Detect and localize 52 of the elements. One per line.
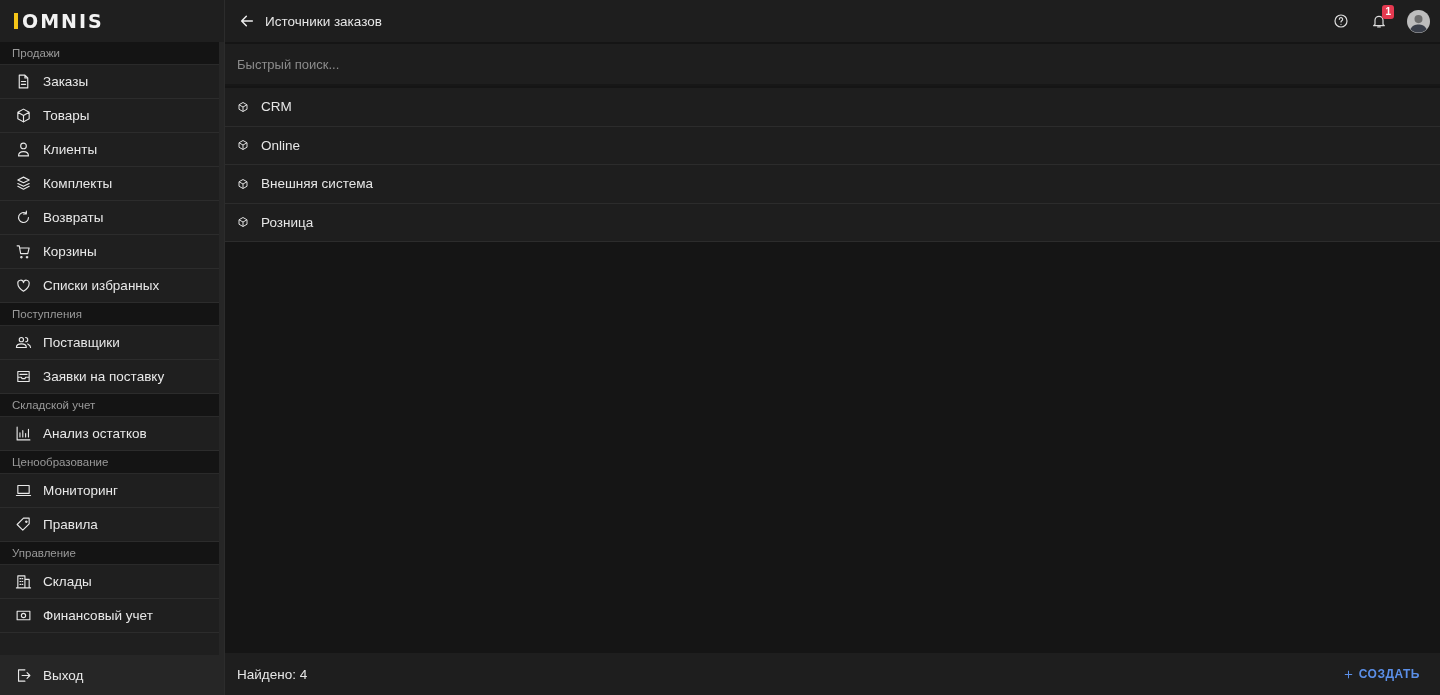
help-icon[interactable] <box>1333 13 1349 29</box>
plus-icon <box>1342 668 1354 680</box>
logo: OMNIS <box>14 13 104 29</box>
heart-icon <box>15 277 32 294</box>
refresh-icon <box>15 209 32 226</box>
list-item[interactable]: Розница <box>225 203 1440 242</box>
source-name: Online <box>261 137 301 153</box>
section-heading: Продажи <box>0 42 219 65</box>
tag-icon <box>15 516 32 533</box>
users-icon <box>15 334 32 351</box>
source-name: Внешняя система <box>261 176 373 192</box>
box-icon <box>237 139 249 152</box>
logout-item[interactable]: Выход <box>0 655 224 695</box>
cart-icon <box>15 243 32 260</box>
logout-icon <box>15 666 32 684</box>
user-icon <box>15 141 32 158</box>
box-icon <box>15 107 32 124</box>
sidebar-item[interactable]: Финансовый учет <box>0 599 219 633</box>
source-name: Розница <box>261 214 314 230</box>
sidebar-item[interactable]: Комплекты <box>0 167 219 201</box>
sidebar-item[interactable]: Мониторинг <box>0 474 219 508</box>
back-arrow-icon[interactable] <box>239 13 255 29</box>
page-title: Источники заказов <box>265 13 382 29</box>
box-icon <box>237 100 249 113</box>
avatar[interactable] <box>1407 9 1430 33</box>
search-field[interactable]: Быстрый поиск... <box>225 44 1440 86</box>
section-heading: Управление <box>0 542 219 565</box>
layers-icon <box>15 175 32 192</box>
sidebar-item[interactable]: Товары <box>0 99 219 133</box>
sidebar-item[interactable]: Клиенты <box>0 133 219 167</box>
list-item[interactable]: CRM <box>225 88 1440 127</box>
section-heading: Поступления <box>0 303 219 326</box>
create-button[interactable]: СОЗДАТЬ <box>1334 661 1428 687</box>
sidebar-item[interactable]: Возвраты <box>0 201 219 235</box>
result-count: Найдено: 4 <box>237 666 308 682</box>
building-icon <box>15 573 32 590</box>
sidebar-item[interactable]: Корзины <box>0 235 219 269</box>
section-heading: Ценообразование <box>0 451 219 474</box>
notification-badge: 1 <box>1382 5 1394 19</box>
section-heading: Складской учет <box>0 394 219 417</box>
box-icon <box>237 177 249 190</box>
sidebar-item[interactable]: Склады <box>0 565 219 599</box>
list-item[interactable]: Внешняя система <box>225 165 1440 204</box>
source-name: CRM <box>261 99 292 115</box>
sidebar-item[interactable]: Поставщики <box>0 326 219 360</box>
box-icon <box>237 216 249 229</box>
list-item[interactable]: Online <box>225 126 1440 165</box>
laptop-icon <box>15 482 32 499</box>
bell-icon[interactable] <box>1371 13 1387 29</box>
sidebar-item[interactable]: Заказы <box>0 65 219 99</box>
tray-icon <box>15 368 32 385</box>
bar-chart-icon <box>15 425 32 442</box>
